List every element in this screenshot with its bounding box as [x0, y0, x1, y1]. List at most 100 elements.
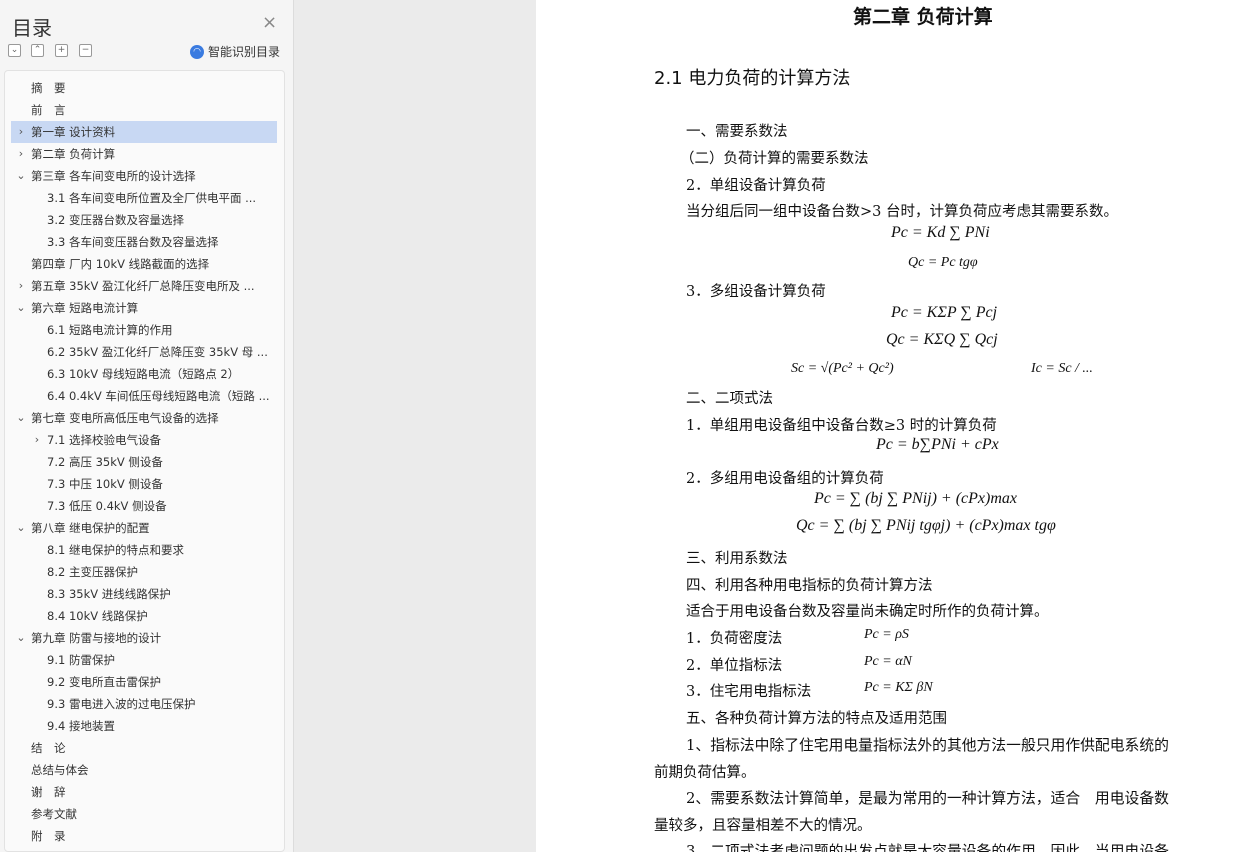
- toc-item-label: 第九章 防雷与接地的设计: [31, 631, 162, 645]
- toc-item[interactable]: › 第二章 负荷计算: [11, 143, 277, 165]
- toc-item-label: 6.4 0.4kV 车间低压母线短路电流（短路 ...: [47, 389, 270, 403]
- chevron-down-icon[interactable]: ⌄: [15, 407, 27, 429]
- toc-item[interactable]: 7.3 低压 0.4kV 侧设备: [11, 495, 277, 517]
- toc-item[interactable]: 3.3 各车间变压器台数及容量选择: [11, 231, 277, 253]
- chevron-right-icon[interactable]: ›: [31, 429, 43, 451]
- toc-item[interactable]: 6.3 10kV 母线短路电流（短路点 2）: [11, 363, 277, 385]
- toc-item[interactable]: 9.3 雷电进入波的过电压保护: [11, 693, 277, 715]
- toc-list: 摘 要前 言 › 第一章 设计资料 › 第二章 负荷计算 ⌄ 第三章 各车间变电所的设计选择…: [4, 70, 285, 852]
- paragraph: 2．单位指标法: [686, 658, 783, 674]
- toc-item[interactable]: › 第一章 设计资料: [11, 121, 277, 143]
- toc-item[interactable]: 结 论: [11, 737, 277, 759]
- paragraph: 1、指标法中除了住宅用电量指标法外的其他方法一般只用作供配电系统的: [686, 737, 1169, 754]
- formula: Ic = Sc / ...: [1031, 361, 1093, 376]
- expand-all-button[interactable]: ⌃: [31, 44, 44, 57]
- section-title: 2.1 电力负荷的计算方法: [654, 68, 851, 89]
- toc-item[interactable]: 9.4 接地装置: [11, 715, 277, 737]
- paragraph: 2．单组设备计算负荷: [686, 178, 826, 194]
- chevron-down-icon[interactable]: ⌄: [15, 517, 27, 539]
- toc-item-label: 8.3 35kV 进线线路保护: [47, 587, 171, 601]
- toc-item[interactable]: 6.4 0.4kV 车间低压母线短路电流（短路 ...: [11, 385, 277, 407]
- toc-item[interactable]: 7.2 高压 35kV 侧设备: [11, 451, 277, 473]
- chevron-down-icon[interactable]: ⌄: [15, 297, 27, 319]
- document-page: 第二章 负荷计算 2.1 电力负荷的计算方法 一、需要系数法 （二）负荷计算的需…: [536, 0, 1253, 852]
- toc-item[interactable]: 6.2 35kV 盈江化纤厂总降压变 35kV 母 ...: [11, 341, 277, 363]
- toc-item[interactable]: 6.1 短路电流计算的作用: [11, 319, 277, 341]
- toc-item-label: 第六章 短路电流计算: [31, 301, 139, 315]
- toc-item-label: 8.1 继电保护的特点和要求: [47, 543, 184, 557]
- remove-heading-button[interactable]: −: [79, 44, 92, 57]
- toc-item[interactable]: 7.3 中压 10kV 侧设备: [11, 473, 277, 495]
- paragraph: 3．住宅用电指标法: [686, 684, 812, 700]
- toc-item-label: 9.3 雷电进入波的过电压保护: [47, 697, 196, 711]
- toc-item[interactable]: ⌄ 第八章 继电保护的配置: [11, 517, 277, 539]
- chevron-down-icon[interactable]: ⌄: [15, 165, 27, 187]
- toc-item-label: 9.4 接地装置: [47, 719, 115, 733]
- paragraph: 当分组后同一组中设备台数>3 台时，计算负荷应考虑其需要系数。: [686, 204, 1118, 220]
- toc-item-label: 8.2 主变压器保护: [47, 565, 138, 579]
- toc-item-label: 摘 要: [31, 81, 66, 95]
- add-heading-button[interactable]: +: [55, 44, 68, 57]
- toc-item[interactable]: 9.1 防雷保护: [11, 649, 277, 671]
- toc-item[interactable]: 8.2 主变压器保护: [11, 561, 277, 583]
- toc-item-label: 7.3 中压 10kV 侧设备: [47, 477, 163, 491]
- formula: Pc = Kd ∑ PNi: [891, 224, 990, 241]
- toc-item[interactable]: ⌄ 第三章 各车间变电所的设计选择: [11, 165, 277, 187]
- formula: Pc = KΣ βN: [864, 680, 933, 695]
- toc-item-label: 3.3 各车间变压器台数及容量选择: [47, 235, 219, 249]
- chevron-down-icon[interactable]: ⌄: [15, 627, 27, 649]
- toc-item-label: 参考文献: [31, 807, 77, 821]
- toc-item[interactable]: › 7.1 选择校验电气设备: [11, 429, 277, 451]
- toc-item-label: 6.2 35kV 盈江化纤厂总降压变 35kV 母 ...: [47, 345, 268, 359]
- toc-item[interactable]: 3.2 变压器台数及容量选择: [11, 209, 277, 231]
- toc-sidebar: 目录 × ⌄ ⌃ + − ◠ 智能识别目录 摘 要前 言 › 第一章 设计资料 › 第二…: [0, 0, 294, 852]
- ai-icon: ◠: [190, 44, 204, 59]
- toc-item-label: 第三章 各车间变电所的设计选择: [31, 169, 196, 183]
- toc-item-label: 第八章 继电保护的配置: [31, 521, 150, 535]
- paragraph: 1．负荷密度法: [686, 631, 783, 647]
- chevron-right-icon[interactable]: ›: [15, 275, 27, 297]
- close-icon[interactable]: ×: [262, 14, 277, 32]
- toc-item-label: 第七章 变电所高低压电气设备的选择: [31, 411, 219, 425]
- paragraph: 四、利用各种用电指标的负荷计算方法: [686, 578, 933, 594]
- formula: Pc = b∑PNi + cPx: [876, 436, 999, 453]
- toc-item[interactable]: 8.3 35kV 进线线路保护: [11, 583, 277, 605]
- smart-recognize-toc-button[interactable]: ◠ 智能识别目录: [190, 43, 280, 60]
- toc-item-label: 前 言: [31, 103, 66, 117]
- toc-item[interactable]: ⌄ 第九章 防雷与接地的设计: [11, 627, 277, 649]
- toc-item[interactable]: › 第五章 35kV 盈江化纤厂总降压变电所及 ...: [11, 275, 277, 297]
- toc-item[interactable]: 3.1 各车间变电所位置及全厂供电平面 ...: [11, 187, 277, 209]
- paragraph: 三、利用系数法: [686, 551, 788, 567]
- formula: Qc = KΣQ ∑ Qcj: [886, 331, 998, 348]
- toc-item[interactable]: 9.2 变电所直击雷保护: [11, 671, 277, 693]
- toc-item[interactable]: 摘 要: [11, 77, 277, 99]
- toc-item[interactable]: 谢 辞: [11, 781, 277, 803]
- paragraph: 前期负荷估算。: [654, 765, 756, 781]
- formula: Sc = √(Pc² + Qc²): [791, 361, 894, 376]
- toc-item[interactable]: 第四章 厂内 10kV 线路截面的选择: [11, 253, 277, 275]
- toc-item-label: 9.2 变电所直击雷保护: [47, 675, 161, 689]
- toc-item-label: 第四章 厂内 10kV 线路截面的选择: [31, 257, 210, 271]
- chapter-title: 第二章 负荷计算: [853, 6, 993, 28]
- toc-item-label: 3.2 变压器台数及容量选择: [47, 213, 184, 227]
- toc-item[interactable]: 8.1 继电保护的特点和要求: [11, 539, 277, 561]
- chevron-right-icon[interactable]: ›: [15, 143, 27, 165]
- paragraph: 2．多组用电设备组的计算负荷: [686, 471, 884, 487]
- paragraph: （二）负荷计算的需要系数法: [680, 151, 869, 167]
- collapse-all-button[interactable]: ⌄: [8, 44, 21, 57]
- paragraph: 量较多，且容量相差不大的情况。: [654, 818, 872, 834]
- toc-item[interactable]: 总结与体会: [11, 759, 277, 781]
- formula: Pc = αN: [864, 654, 912, 669]
- toc-item[interactable]: ⌄ 第七章 变电所高低压电气设备的选择: [11, 407, 277, 429]
- formula: Pc = ∑ (bj ∑ PNij) + (cPx)max: [814, 490, 1018, 507]
- toc-item[interactable]: ⌄ 第六章 短路电流计算: [11, 297, 277, 319]
- paragraph: 适合于用电设备台数及容量尚未确定时所作的负荷计算。: [686, 604, 1049, 620]
- paragraph: 3、二项式法考虑问题的出发点就是大容量设备的作用，因此，当用电设备: [686, 843, 1169, 852]
- toc-item[interactable]: 前 言: [11, 99, 277, 121]
- toc-item[interactable]: 参考文献: [11, 803, 277, 825]
- toc-item[interactable]: 8.4 10kV 线路保护: [11, 605, 277, 627]
- toc-title: 目录: [12, 16, 52, 40]
- toc-item[interactable]: 附 录: [11, 825, 277, 847]
- formula: Qc = Pc tgφ: [908, 255, 978, 270]
- chevron-right-icon[interactable]: ›: [15, 121, 27, 143]
